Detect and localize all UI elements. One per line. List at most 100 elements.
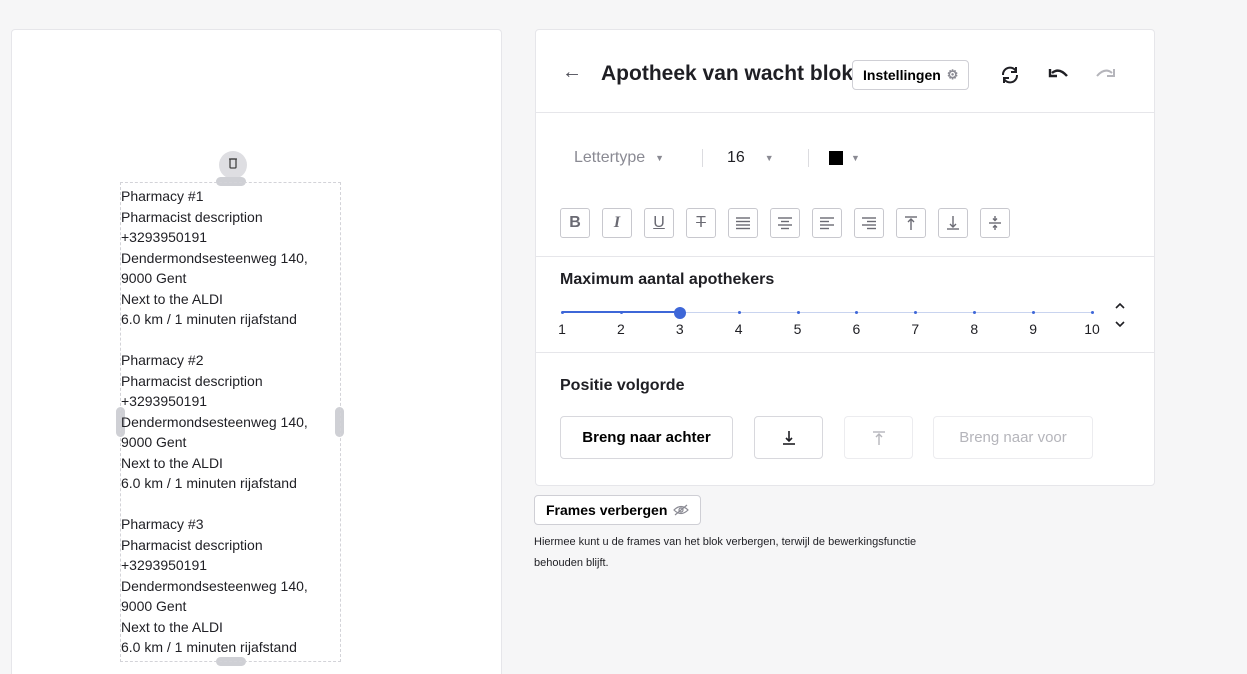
bold-icon: B [569,214,581,231]
block-editor-panel: ← Apotheek van wacht blok Instellingen ⚙… [535,29,1155,486]
valign-bottom-button[interactable] [938,208,968,238]
pharmacy-description: Pharmacist description [121,372,263,389]
align-center-button[interactable] [770,208,800,238]
hide-frames-hint: Hiermee kunt u de frames van het blok ve… [534,536,917,569]
valign-middle-button[interactable] [980,208,1010,238]
slider-tick-label: 1 [558,321,566,337]
chevron-down-icon: ▼ [764,153,774,163]
page-title: Apotheek van wacht blok [601,62,854,85]
slider-tick-label: 4 [734,321,743,337]
pharmacy-street: Dendermondsesteenweg 140, [121,249,308,266]
editor-header: ← Apotheek van wacht blok Instellingen ⚙ [536,30,1154,113]
slider-tick-label: 6 [852,321,861,337]
align-justify-icon [736,217,750,230]
send-to-back-button[interactable]: Breng naar achter [560,416,733,459]
slider-tick [561,311,564,314]
chevron-down-icon: ▼ [851,153,860,163]
pharmacy-item: Pharmacy #1 Pharmacist description +3293… [121,186,340,330]
slider-tick-label: 3 [675,321,684,337]
text-color-select[interactable]: ▼ [809,151,860,165]
strikethrough-icon: T [696,214,706,231]
pharmacy-phone: +3293950191 [121,557,208,573]
refresh-icon[interactable] [997,62,1023,88]
slider-tick [855,311,859,314]
pharmacy-block[interactable]: Pharmacy #1 Pharmacist description +3293… [120,182,341,662]
max-pharmacists-slider[interactable] [561,307,1094,319]
pharmacy-note: Next to the ALDI [121,454,223,471]
underline-button[interactable]: U [644,208,674,238]
align-right-button[interactable] [854,208,884,238]
slider-tick [1091,311,1094,314]
slider-tick-label: 7 [911,321,920,337]
pharmacy-list: Pharmacy #1 Pharmacist description +3293… [121,186,340,674]
hide-frames-button[interactable]: Frames verbergen [534,495,702,525]
pharmacy-distance: 6.0 km / 1 minuten rijafstand [121,311,297,327]
slider-thumb[interactable] [673,307,686,319]
bring-to-front-button[interactable]: Breng naar voor [933,416,1093,459]
color-swatch [829,151,843,165]
slider-tick-label: 2 [616,321,625,337]
move-down-button[interactable] [754,416,823,459]
pharmacy-note: Next to the ALDI [121,618,223,635]
redo-icon[interactable] [1093,62,1119,88]
font-size-select[interactable]: 16 ▼ [703,149,808,167]
max-pharmacists-section: Maximum aantal apothekers 1 2 3 4 5 6 7 8 9 10 [536,256,1154,353]
pharmacy-city: 9000 Gent [121,598,187,614]
slider-tick [796,311,800,314]
gear-icon: ⚙ [946,67,959,82]
italic-icon: I [613,214,621,231]
underline-icon: U [653,214,665,231]
pharmacy-item: Pharmacy #3 Pharmacist description +3293… [121,514,340,658]
pharmacy-description: Pharmacist description [121,208,263,225]
chevron-down-icon[interactable] [1114,315,1126,333]
eye-slash-icon [673,504,690,516]
pharmacy-city: 9000 Gent [121,434,187,450]
trash-icon [227,156,239,174]
chevron-up-icon[interactable] [1114,297,1126,315]
settings-button[interactable]: Instellingen ⚙ [852,60,970,90]
slider-label: Maximum aantal apothekers [560,271,775,288]
font-size-value: 16 [727,149,745,166]
strikethrough-button[interactable]: T [686,208,716,238]
valign-top-icon [905,216,917,230]
align-justify-button[interactable] [728,208,758,238]
send-to-back-label: Breng naar achter [582,429,711,446]
position-order-section: Positie volgorde Breng naar achter Breng… [536,353,1154,485]
align-center-icon [778,217,792,230]
arrow-down-to-line-icon [782,430,795,445]
pharmacy-name: Pharmacy #1 [121,188,204,204]
slider-tick [973,311,977,314]
pharmacy-description: Pharmacist description [121,536,263,553]
slider-tick [737,311,741,314]
settings-label: Instellingen [863,67,941,83]
back-arrow-icon[interactable]: ← [562,61,582,84]
typography-row: Lettertype ▼ 16 ▼ ▼ [574,148,860,168]
chevron-down-icon: ▼ [655,153,665,163]
pharmacy-note: Next to the ALDI [121,290,223,307]
align-right-icon [862,217,876,230]
align-left-button[interactable] [812,208,842,238]
slider-tick-label: 9 [1029,321,1038,337]
slider-stepper [1110,297,1130,331]
delete-block-button[interactable] [219,151,247,179]
undo-icon[interactable] [1045,62,1071,88]
move-up-button[interactable] [844,416,913,459]
font-family-select[interactable]: Lettertype ▼ [574,149,702,167]
pharmacy-street: Dendermondsesteenweg 140, [121,577,308,594]
arrow-up-to-line-icon [872,430,885,445]
bold-button[interactable]: B [560,208,590,238]
align-left-icon [820,217,834,230]
valign-top-button[interactable] [896,208,926,238]
pharmacy-name: Pharmacy #2 [121,352,204,368]
font-family-value: Lettertype [574,149,646,166]
pharmacy-city: 9000 Gent [121,270,187,286]
order-label: Positie volgorde [560,377,685,394]
valign-bottom-icon [947,216,959,230]
italic-button[interactable]: I [602,208,632,238]
slider-tick [914,311,918,314]
pharmacy-phone: +3293950191 [121,229,208,245]
slider-tick [619,311,623,314]
canvas-panel: Pharmacy #1 Pharmacist description +3293… [11,29,502,674]
slider-tick-label: 8 [970,321,979,337]
formatting-toolbar: B I U T [560,208,1010,238]
